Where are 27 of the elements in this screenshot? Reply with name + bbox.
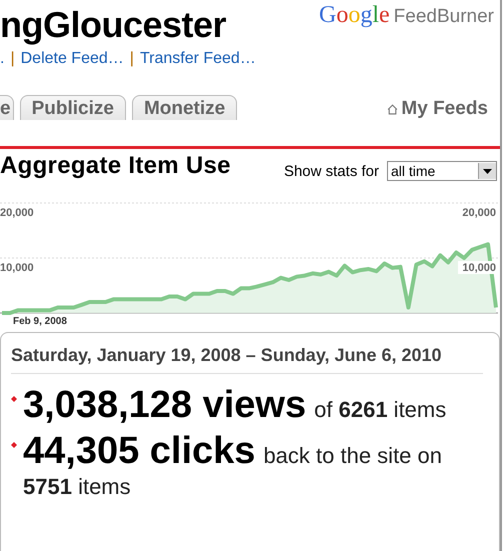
separator: | [130,50,134,68]
home-icon [387,104,398,114]
axis-label: 20,000 [462,207,496,219]
stats-dropdown[interactable]: all time [387,161,497,181]
tab[interactable]: Monetize [132,95,238,120]
axis-label: 20,000 [0,207,34,219]
feed-title: ngGloucester [0,4,226,46]
tab[interactable]: e [0,95,14,120]
feed-link[interactable]: Delete Feed… [20,50,124,68]
my-feeds-link[interactable]: My Feeds [387,98,488,120]
stats-label: Show stats for [284,162,379,180]
axis-label: Feb 9, 2008 [13,316,67,327]
bullet-icon [11,396,17,402]
tab[interactable]: Publicize [20,95,126,120]
section-title: Aggregate Item Use [0,152,231,180]
bullet-icon [11,442,17,448]
feed-link[interactable]: Transfer Feed… [140,50,256,68]
stat-text: 44,305 clicks back to the site on 5751 items [23,430,443,501]
logo-text: Google [318,2,390,29]
stat-text: 3,038,128 views of 6261 items [23,384,446,426]
axis-label: 10,000 [462,262,496,274]
caret-icon [478,163,496,179]
axis-label: 10,000 [0,262,34,274]
logo-text: FeedBurner [394,6,494,28]
feed-link[interactable]: . [0,50,4,68]
separator: | [10,50,15,68]
date-range: Saturday, January 19, 2008 – Sunday, June 6, 2010 [11,341,483,374]
